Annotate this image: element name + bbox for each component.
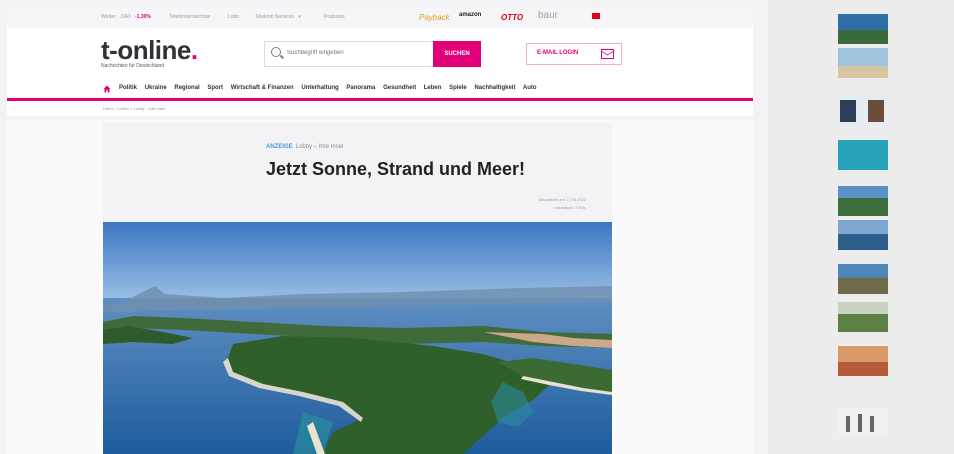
- ad-label: ANZEIGE: [266, 144, 293, 150]
- topbar-link-podcasts[interactable]: Podcasts: [324, 14, 345, 20]
- search-input[interactable]: [287, 46, 427, 60]
- nav-item-sport[interactable]: Sport: [207, 85, 223, 91]
- nav-item-nachhaltigkeit[interactable]: Nachhaltigkeit: [474, 85, 515, 91]
- topbar-link-telekom-services[interactable]: Telekom Services ▾: [255, 14, 301, 20]
- nav-item-unterhaltung[interactable]: Unterhaltung: [301, 85, 338, 91]
- search-icon: [271, 47, 281, 57]
- island-aerial-photo: [103, 222, 612, 454]
- flag-icon[interactable]: [592, 13, 600, 19]
- thumbnail-2[interactable]: [838, 48, 888, 78]
- envelope-icon: [601, 49, 614, 59]
- site-tagline: Nachrichten für Deutschland: [101, 63, 165, 69]
- email-login-button[interactable]: E-MAIL LOGIN: [526, 43, 622, 65]
- nav-item-panorama[interactable]: Panorama: [346, 85, 375, 91]
- article-headline: Jetzt Sonne, Strand und Meer!: [266, 159, 526, 179]
- article-updated: Aktualisiert am 17.05.2022: [538, 197, 586, 202]
- logo-text: t-online: [101, 35, 191, 65]
- nav-item-leben[interactable]: Leben: [424, 85, 442, 91]
- topbar-link-weather[interactable]: Wetter: [101, 14, 116, 20]
- site-header: t-online. Nachrichten für Deutschland SU…: [7, 28, 753, 80]
- nav-item-ukraine[interactable]: Ukraine: [145, 85, 167, 91]
- article-kicker: ANZEIGE Lobby – Ihre Insel: [266, 144, 343, 150]
- topbar-link-phonebook[interactable]: Telefonverzeichnis: [169, 14, 210, 20]
- chevron-down-icon: ▾: [298, 14, 301, 20]
- email-login-label: E-MAIL LOGIN: [537, 50, 579, 56]
- topbar-link-dax[interactable]: DAX: [121, 14, 131, 20]
- breadcrumb-bar: Home > Leben > Lobby - Ihre Insel: [7, 101, 753, 116]
- breadcrumb[interactable]: Home > Leben > Lobby - Ihre Insel: [103, 106, 165, 111]
- topbar-link-lotto[interactable]: Lotto: [228, 14, 239, 20]
- nav-item-regional[interactable]: Regional: [174, 85, 199, 91]
- thumbnail-5[interactable]: [838, 186, 888, 216]
- topbar-telekom-label: Telekom Services: [255, 14, 295, 20]
- article-container: ANZEIGE Lobby – Ihre Insel Jetzt Sonne, S…: [7, 120, 753, 454]
- article-hero-image: [103, 222, 612, 454]
- thumbnail-6[interactable]: [838, 220, 888, 250]
- topbar-dax-change: -1,30%: [135, 14, 151, 20]
- main-navigation: Politik Ukraine Regional Sport Wirtschaf…: [7, 80, 753, 98]
- thumbnail-7[interactable]: [838, 264, 888, 294]
- thumbnail-10[interactable]: [838, 408, 888, 436]
- thumbnail-3[interactable]: [838, 96, 888, 126]
- thumbnail-1[interactable]: [838, 14, 888, 44]
- search-button[interactable]: SUCHEN: [433, 41, 481, 67]
- search-box: [264, 41, 434, 67]
- logo-dot: .: [190, 35, 198, 65]
- thumbnail-9[interactable]: [838, 346, 888, 376]
- otto-logo[interactable]: OTTO: [501, 13, 523, 22]
- nav-item-politik[interactable]: Politik: [119, 85, 137, 91]
- nav-more-indicator[interactable]: · ·: [591, 85, 597, 91]
- thumbnail-4[interactable]: [838, 140, 888, 170]
- top-utility-bar: Wetter DAX -1,30% Telefonverzeichnis Lot…: [7, 8, 753, 28]
- payback-logo[interactable]: Payback: [419, 13, 450, 22]
- thumbnail-8[interactable]: [838, 302, 888, 332]
- nav-item-spiele[interactable]: Spiele: [449, 85, 467, 91]
- nav-item-wirtschaft[interactable]: Wirtschaft & Finanzen: [231, 85, 294, 91]
- amazon-logo[interactable]: amazon: [459, 12, 481, 18]
- article-header-box: ANZEIGE Lobby – Ihre Insel Jetzt Sonne, S…: [103, 123, 612, 222]
- page: Wetter DAX -1,30% Telefonverzeichnis Lot…: [0, 0, 768, 454]
- kicker-text[interactable]: Lobby – Ihre Insel: [296, 144, 344, 150]
- nav-item-auto[interactable]: Auto: [523, 85, 537, 91]
- site-logo[interactable]: t-online.: [101, 37, 198, 63]
- thumbnail-strip: [838, 0, 888, 454]
- article-reading-time: Lesedauer: 2 Min.: [553, 205, 586, 210]
- home-icon[interactable]: [103, 85, 111, 93]
- baur-logo[interactable]: baur: [538, 10, 558, 21]
- nav-item-gesundheit[interactable]: Gesundheit: [383, 85, 416, 91]
